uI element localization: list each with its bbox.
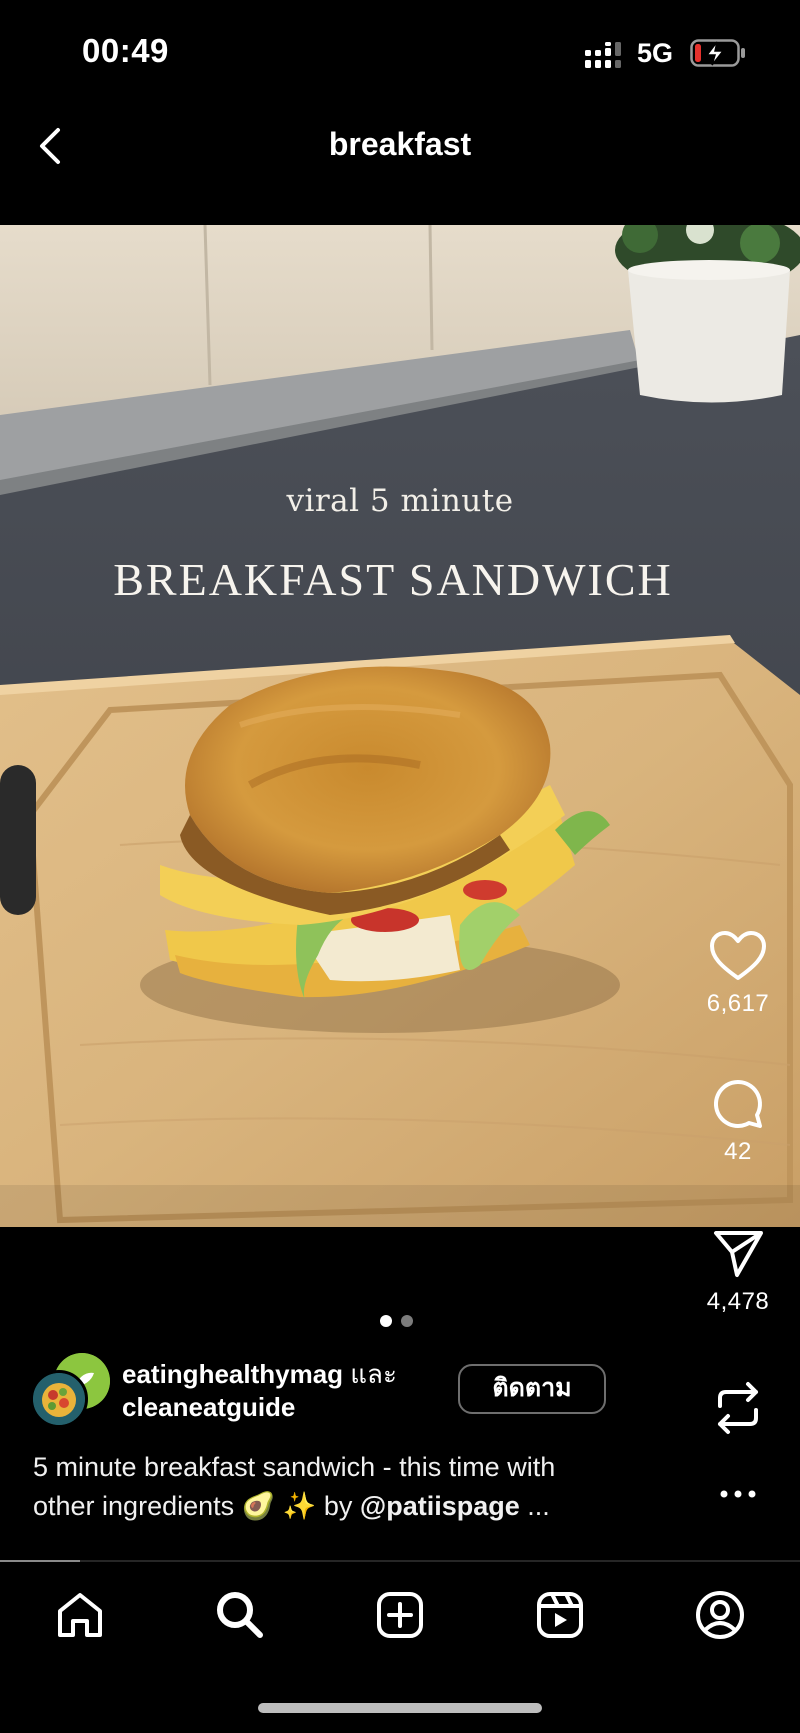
create-icon	[377, 1592, 423, 1638]
more-options-button[interactable]	[690, 1488, 786, 1500]
bottom-tab-bar	[0, 1578, 800, 1652]
author-primary[interactable]: eatinghealthymag	[122, 1359, 343, 1389]
caption-mention[interactable]: @patiispage	[360, 1491, 520, 1521]
overlay-subtitle: viral 5 minute	[286, 483, 514, 519]
status-bar: 00:49 5G	[0, 0, 800, 100]
caption-line-2: other ingredients 🥑 ✨ by	[33, 1491, 353, 1521]
repost-button[interactable]	[690, 1378, 786, 1438]
overlay-title: BREAKFAST SANDWICH	[113, 554, 673, 605]
battery-charging-icon	[690, 39, 745, 67]
author-secondary[interactable]: cleaneatguide	[122, 1392, 295, 1422]
tab-profile[interactable]	[680, 1578, 760, 1652]
search-icon	[217, 1592, 263, 1638]
share-count: 4,478	[706, 1288, 770, 1315]
comment-bubble-icon	[713, 1079, 762, 1128]
carousel-indicator	[380, 1315, 413, 1327]
author-row: eatinghealthymag และ cleaneatguide ติดตา…	[30, 1350, 650, 1430]
tab-search[interactable]	[200, 1578, 280, 1652]
repost-icon	[718, 1382, 758, 1434]
sandwich-photo	[0, 225, 800, 1227]
home-icon	[58, 1593, 102, 1637]
page-title: breakfast	[328, 126, 472, 162]
tab-create[interactable]	[360, 1578, 440, 1652]
caption-line-1: 5 minute breakfast sandwich - this time …	[33, 1452, 556, 1482]
author-names: eatinghealthymag และ cleaneatguide	[122, 1358, 397, 1424]
network-type: 5G	[637, 38, 674, 68]
like-count: 6,617	[706, 990, 770, 1017]
follow-button[interactable]: ติดตาม	[458, 1364, 606, 1414]
post-media[interactable]: viral 5 minute BREAKFAST SANDWICH	[0, 225, 800, 1227]
food-bowl-icon	[33, 1373, 85, 1425]
like-button[interactable]: 6,617	[690, 930, 786, 1018]
cellular-signal-icon	[585, 42, 621, 68]
more-icon	[720, 1490, 756, 1498]
tab-home[interactable]	[40, 1578, 120, 1652]
status-time: 00:49	[82, 32, 169, 69]
carousel-dot-active	[380, 1315, 392, 1327]
tab-reels[interactable]	[520, 1578, 600, 1652]
send-icon	[714, 1231, 763, 1277]
avatar-primary[interactable]	[30, 1370, 88, 1428]
share-button[interactable]: 4,478	[690, 1228, 786, 1316]
comment-button[interactable]: 42	[690, 1078, 786, 1166]
caption-more[interactable]: ...	[527, 1491, 550, 1521]
comment-count: 42	[724, 1138, 752, 1165]
profile-icon	[696, 1591, 744, 1639]
heart-icon	[710, 931, 766, 980]
nav-header: breakfast	[0, 110, 800, 180]
home-indicator[interactable]	[258, 1703, 542, 1713]
carousel-dot	[401, 1315, 413, 1327]
video-progress-track[interactable]	[0, 1560, 800, 1562]
video-progress-fill	[0, 1560, 80, 1562]
post-caption[interactable]: 5 minute breakfast sandwich - this time …	[33, 1448, 653, 1526]
author-conjunction: และ	[350, 1359, 397, 1389]
reels-icon	[537, 1592, 583, 1638]
